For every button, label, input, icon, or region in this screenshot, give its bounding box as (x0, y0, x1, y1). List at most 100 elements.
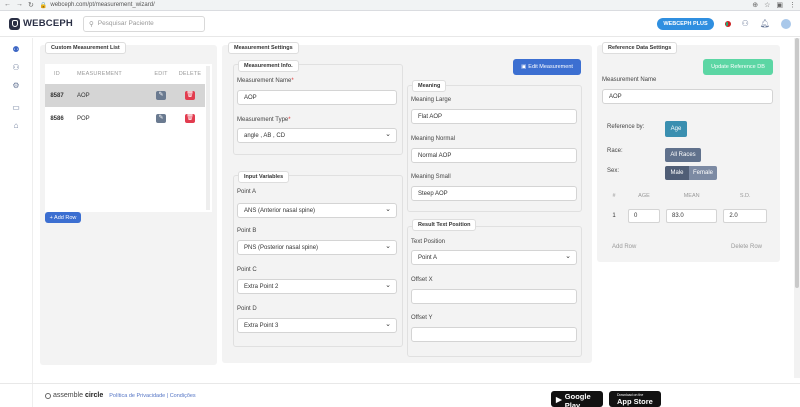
group-icon[interactable]: ⚇ (12, 63, 19, 72)
url-text: webceph.com/pt/measurement_wizard/ (50, 2, 155, 8)
star-icon[interactable]: ☆ (764, 1, 770, 9)
race-select[interactable]: All Races (665, 148, 701, 162)
zoom-icon[interactable]: ⊕ (752, 1, 758, 9)
list-item[interactable]: 8586 POP ✎ 🗑︎ (45, 107, 205, 130)
add-row-button[interactable]: + Add Row (45, 212, 81, 223)
col-edit: EDIT (154, 71, 168, 77)
measurement-name-label: Measurement Name* (237, 78, 294, 84)
offset-y-input[interactable] (411, 327, 577, 342)
meaning-title: Meaning (412, 80, 447, 92)
circle-icon (45, 392, 51, 399)
patient-icon[interactable]: ⚉ (12, 45, 19, 54)
measurement-type-label: Measurement Type* (237, 117, 291, 123)
list-header-row: ID MEASUREMENT EDIT DELETE (45, 64, 205, 84)
google-play-button[interactable]: ▶ GET IT ON Google Play (551, 388, 603, 407)
extension-icon[interactable]: ▣ (776, 1, 783, 9)
page-scrollbar[interactable] (794, 38, 800, 378)
reference-title: Reference Data Settings (602, 42, 678, 54)
ref-by-label: Reference by: (607, 124, 645, 130)
ref-by-age-button[interactable]: Age (665, 121, 687, 137)
reload-icon[interactable]: ↻ (28, 1, 34, 9)
point-d-label: Point D (237, 306, 257, 312)
notification-icon[interactable]: 🔔︎ (760, 19, 770, 28)
app-header: WEBCEPH ⚲ Pesquisar Paciente WEBCEPH PLU… (0, 11, 800, 37)
custom-list-title: Custom Measurement List (45, 42, 126, 54)
browser-nav: ← → ↻ (4, 1, 34, 9)
mean-input[interactable]: 83.0 (665, 209, 718, 223)
edit-icon[interactable]: ✎ (156, 91, 166, 100)
tag-icon[interactable]: ⌂ (14, 121, 19, 130)
footer-links[interactable]: Política de Privacidade | Condições (109, 393, 195, 399)
row-name: POP (77, 115, 90, 122)
table-row: 1 0 83.0 2.0 (603, 204, 770, 228)
search-placeholder: Pesquisar Paciente (97, 20, 154, 27)
app-store-button[interactable]: Download on the App Store (609, 391, 661, 407)
result-position-title: Result Text Position (412, 219, 477, 231)
language-flag-icon[interactable] (724, 20, 731, 27)
lock-icon: 🔒 (39, 2, 48, 9)
list-scrollbar[interactable] (206, 66, 210, 210)
search-icon: ⚲ (88, 20, 94, 28)
point-b-label: Point B (237, 228, 257, 234)
row-id: 8586 (50, 115, 64, 122)
offset-x-label: Offset X (411, 277, 433, 283)
settings-title: Measurement Settings (228, 42, 299, 54)
play-icon: ▶ (556, 394, 562, 404)
sd-input[interactable]: 2.0 (723, 209, 767, 223)
ref-name-input[interactable]: AOP (602, 89, 773, 104)
input-variables-title: Input Variables (238, 171, 290, 183)
sex-female-button[interactable]: Female (689, 166, 717, 180)
users-icon[interactable]: ⚇ (742, 19, 749, 28)
header-actions: WEBCEPH PLUS ⚇ 🔔︎ (657, 17, 791, 30)
row-id: 8587 (45, 84, 69, 107)
forward-icon[interactable]: → (16, 1, 23, 9)
text-position-select[interactable]: Point A (411, 250, 577, 265)
meaning-small-input[interactable]: Steep AOP (411, 186, 577, 201)
list-item[interactable]: 8587 AOP ✎ 🗑︎ (45, 84, 205, 107)
point-d-select[interactable]: Extra Point 3 (237, 318, 397, 333)
back-icon[interactable]: ← (4, 1, 11, 9)
point-c-select[interactable]: Extra Point 2 (237, 279, 397, 294)
edit-icon[interactable]: ✎ (156, 114, 166, 123)
delete-icon[interactable]: 🗑︎ (185, 114, 195, 123)
offset-x-input[interactable] (411, 289, 577, 304)
offset-y-label: Offset Y (411, 315, 433, 321)
race-label: Race: (607, 148, 623, 154)
reference-table: # AGE MEAN S.D. 1 0 83.0 2.0 (603, 187, 770, 228)
ref-delete-row-button[interactable]: Delete Row (731, 244, 762, 250)
row-name: AOP (69, 84, 147, 107)
avatar[interactable] (781, 18, 791, 29)
footer: assemble circle Política de Privacidade |… (0, 383, 800, 407)
measurement-name-input[interactable]: AOP (237, 90, 397, 105)
col-delete: DELETE (178, 71, 202, 77)
update-reference-button[interactable]: Update Reference DB (703, 59, 773, 75)
settings-icon[interactable]: ⚙ (12, 81, 19, 90)
book-icon[interactable]: ▭ (12, 103, 20, 112)
browser-bar: ← → ↻ 🔒 webceph.com/pt/measurement_wizar… (0, 0, 800, 11)
edit-measurement-button[interactable]: ▣ Edit Measurement (513, 59, 581, 75)
meaning-large-input[interactable]: Flat AOP (411, 109, 577, 124)
meaning-small-label: Meaning Small (411, 174, 451, 180)
menu-icon[interactable]: ⋮ (789, 1, 796, 9)
measurement-info-title: Measurement Info. (238, 60, 299, 72)
delete-icon[interactable]: 🗑︎ (185, 91, 195, 100)
meaning-large-label: Meaning Large (411, 97, 452, 103)
browser-actions: ⊕ ☆ ▣ ⋮ (752, 1, 796, 9)
logo[interactable]: WEBCEPH (9, 17, 73, 30)
point-b-select[interactable]: PNS (Posterior nasal spine) (237, 240, 397, 255)
text-position-label: Text Position (411, 239, 446, 245)
ref-name-label: Measurement Name (602, 77, 657, 83)
meaning-normal-input[interactable]: Normal AOP (411, 148, 577, 163)
ref-add-row-button[interactable]: Add Row (612, 244, 636, 250)
sex-male-button[interactable]: Male (665, 166, 689, 180)
age-input[interactable]: 0 (628, 209, 660, 223)
sidebar: ⚉ ⚇ ⚙ ▭ ⌂ (0, 38, 33, 407)
measurement-type-select[interactable]: angle , AB , CD (237, 128, 397, 143)
meaning-normal-label: Meaning Normal (411, 136, 456, 142)
search-input[interactable]: ⚲ Pesquisar Paciente (82, 15, 205, 32)
sex-label: Sex: (607, 168, 620, 174)
point-a-select[interactable]: ANS (Anterior nasal spine) (237, 203, 397, 218)
webceph-plus-badge[interactable]: WEBCEPH PLUS (657, 17, 714, 30)
address-bar[interactable]: 🔒 webceph.com/pt/measurement_wizard/ (40, 2, 155, 9)
measurement-list: ID MEASUREMENT EDIT DELETE 8587 AOP ✎ 🗑︎… (45, 64, 212, 212)
